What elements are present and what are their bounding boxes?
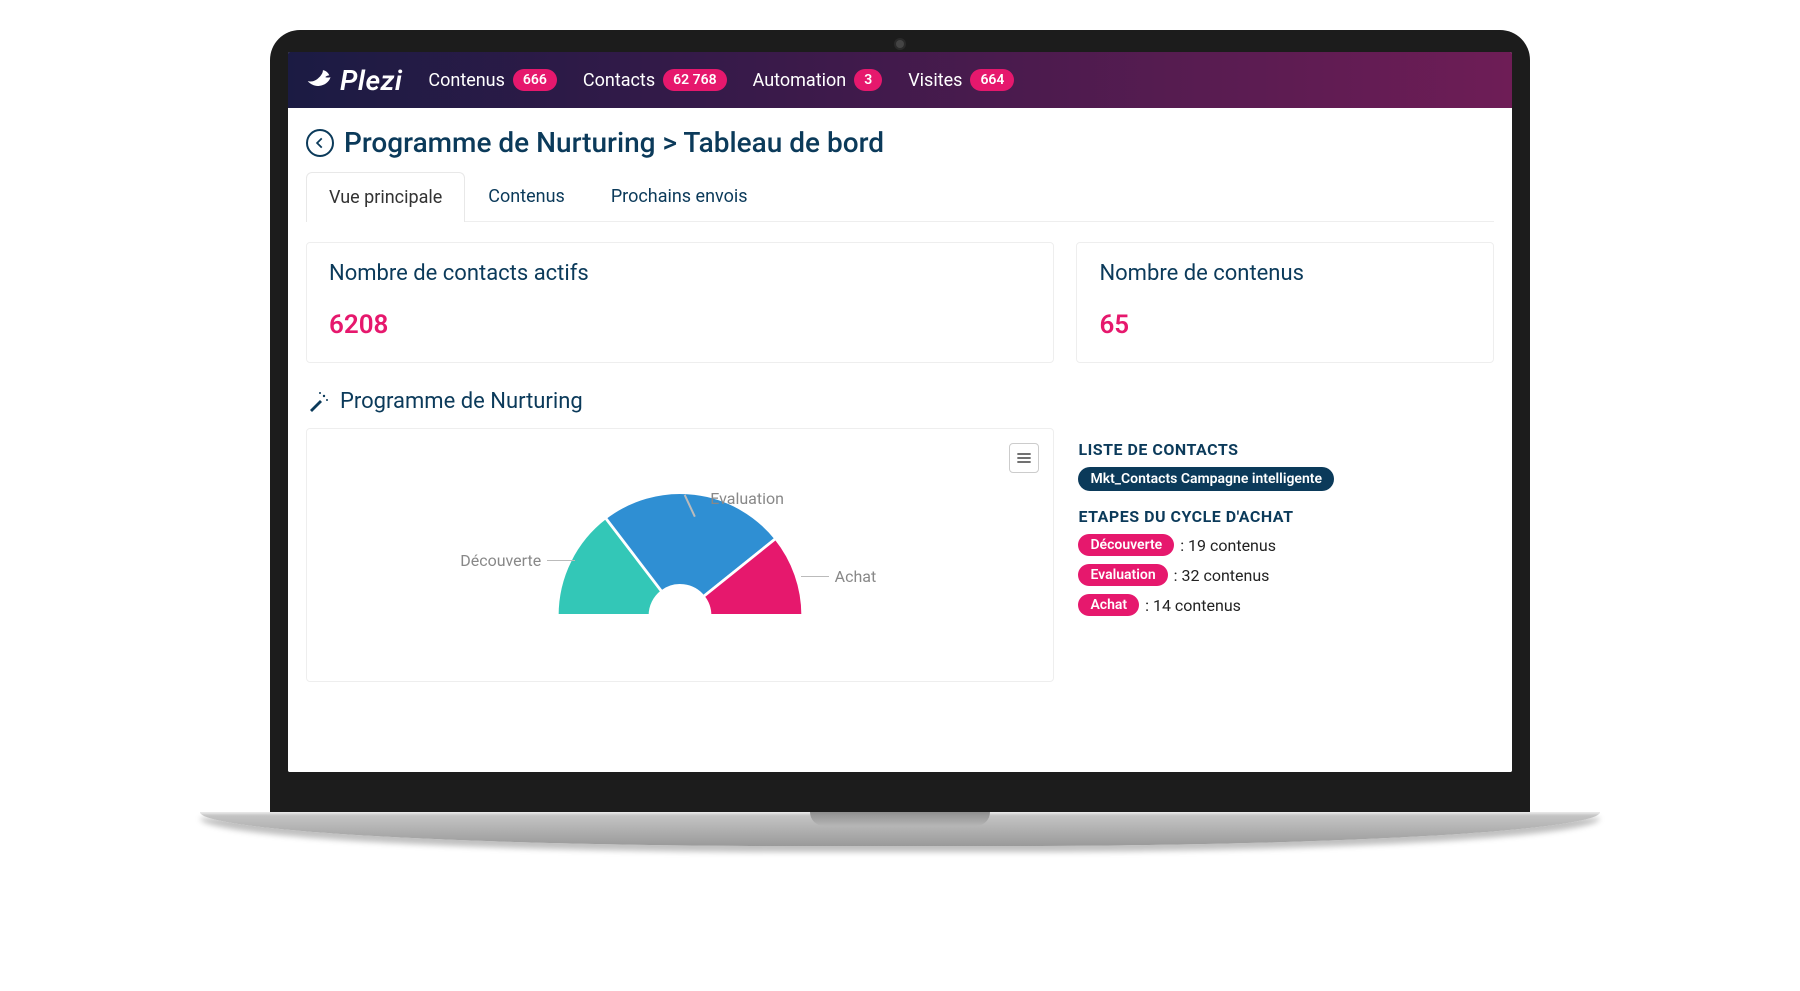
stage-text: : 32 contenus: [1174, 566, 1270, 585]
card-value: 65: [1099, 310, 1471, 340]
chart-row: Découverte Evaluation Achat: [306, 428, 1494, 682]
breadcrumb-separator: >: [663, 126, 678, 159]
magic-wand-icon: [306, 390, 330, 414]
card-value: 6208: [329, 310, 1031, 340]
gauge-label-decouverte: Découverte: [460, 551, 575, 570]
stat-cards: Nombre de contacts actifs 6208 Nombre de…: [306, 242, 1494, 363]
nav-label: Automation: [753, 70, 847, 91]
nav-contenus[interactable]: Contenus 666: [428, 69, 557, 91]
nav-badge: 666: [513, 69, 557, 91]
contacts-list-chip[interactable]: Mkt_Contacts Campagne intelligente: [1078, 467, 1334, 491]
nav-badge: 3: [854, 69, 882, 91]
brand-logo[interactable]: Plezi: [306, 64, 402, 97]
bird-icon: [306, 68, 334, 92]
laptop-base: [200, 812, 1600, 846]
chart-side-panel: LISTE DE CONTACTS Mkt_Contacts Campagne …: [1078, 428, 1494, 624]
chart-panel: Découverte Evaluation Achat: [306, 428, 1054, 682]
contacts-list-heading: LISTE DE CONTACTS: [1078, 440, 1494, 459]
stage-text: : 19 contenus: [1180, 536, 1276, 555]
brand-name: Plezi: [340, 64, 402, 97]
breadcrumb-child: Tableau de bord: [683, 126, 884, 159]
stages-heading: ETAPES DU CYCLE D'ACHAT: [1078, 507, 1494, 526]
section-title-text: Programme de Nurturing: [340, 389, 583, 414]
stage-row-achat: Achat : 14 contenus: [1078, 594, 1494, 616]
stage-row-decouverte: Découverte : 19 contenus: [1078, 534, 1494, 556]
breadcrumb: Programme de Nurturing > Tableau de bord: [306, 126, 1494, 159]
card-title: Nombre de contacts actifs: [329, 261, 1031, 286]
nav-badge: 62 768: [663, 69, 726, 91]
stage-chip[interactable]: Découverte: [1078, 534, 1174, 556]
card-contacts-actifs: Nombre de contacts actifs 6208: [306, 242, 1054, 363]
tab-prochains-envois[interactable]: Prochains envois: [588, 171, 771, 221]
stage-chip[interactable]: Evaluation: [1078, 564, 1167, 586]
stage-chip[interactable]: Achat: [1078, 594, 1139, 616]
screen: Plezi Contenus 666 Contacts 62 768 Autom…: [288, 52, 1512, 772]
gauge-label-achat: Achat: [801, 567, 877, 586]
gauge-chart: Découverte Evaluation Achat: [460, 479, 900, 669]
tab-contenus[interactable]: Contenus: [465, 171, 588, 221]
stage-text: : 14 contenus: [1145, 596, 1241, 615]
breadcrumb-parent[interactable]: Programme de Nurturing: [344, 126, 656, 159]
hamburger-icon: [1016, 452, 1032, 464]
nav-label: Contacts: [583, 70, 655, 91]
tabs: Vue principale Contenus Prochains envois: [306, 171, 1494, 222]
section-title: Programme de Nurturing: [306, 389, 1494, 414]
laptop-frame: Plezi Contenus 666 Contacts 62 768 Autom…: [270, 30, 1530, 846]
top-nav: Plezi Contenus 666 Contacts 62 768 Autom…: [288, 52, 1512, 108]
card-contenus: Nombre de contenus 65: [1076, 242, 1494, 363]
tab-vue-principale[interactable]: Vue principale: [306, 172, 465, 222]
laptop-lid: Plezi Contenus 666 Contacts 62 768 Autom…: [270, 30, 1530, 812]
nav-visites[interactable]: Visites 664: [908, 69, 1014, 91]
nav-contacts[interactable]: Contacts 62 768: [583, 69, 727, 91]
page-body: Programme de Nurturing > Tableau de bord…: [288, 108, 1512, 772]
nav-badge: 664: [970, 69, 1014, 91]
back-button[interactable]: [306, 129, 334, 157]
card-title: Nombre de contenus: [1099, 261, 1471, 286]
gauge-label-evaluation: Evaluation: [678, 489, 784, 508]
stage-row-evaluation: Evaluation : 32 contenus: [1078, 564, 1494, 586]
nav-label: Contenus: [428, 70, 505, 91]
camera-icon: [896, 40, 904, 48]
nav-automation[interactable]: Automation 3: [753, 69, 883, 91]
nav-label: Visites: [908, 70, 962, 91]
chart-menu-button[interactable]: [1009, 443, 1039, 473]
chevron-left-icon: [313, 136, 327, 150]
